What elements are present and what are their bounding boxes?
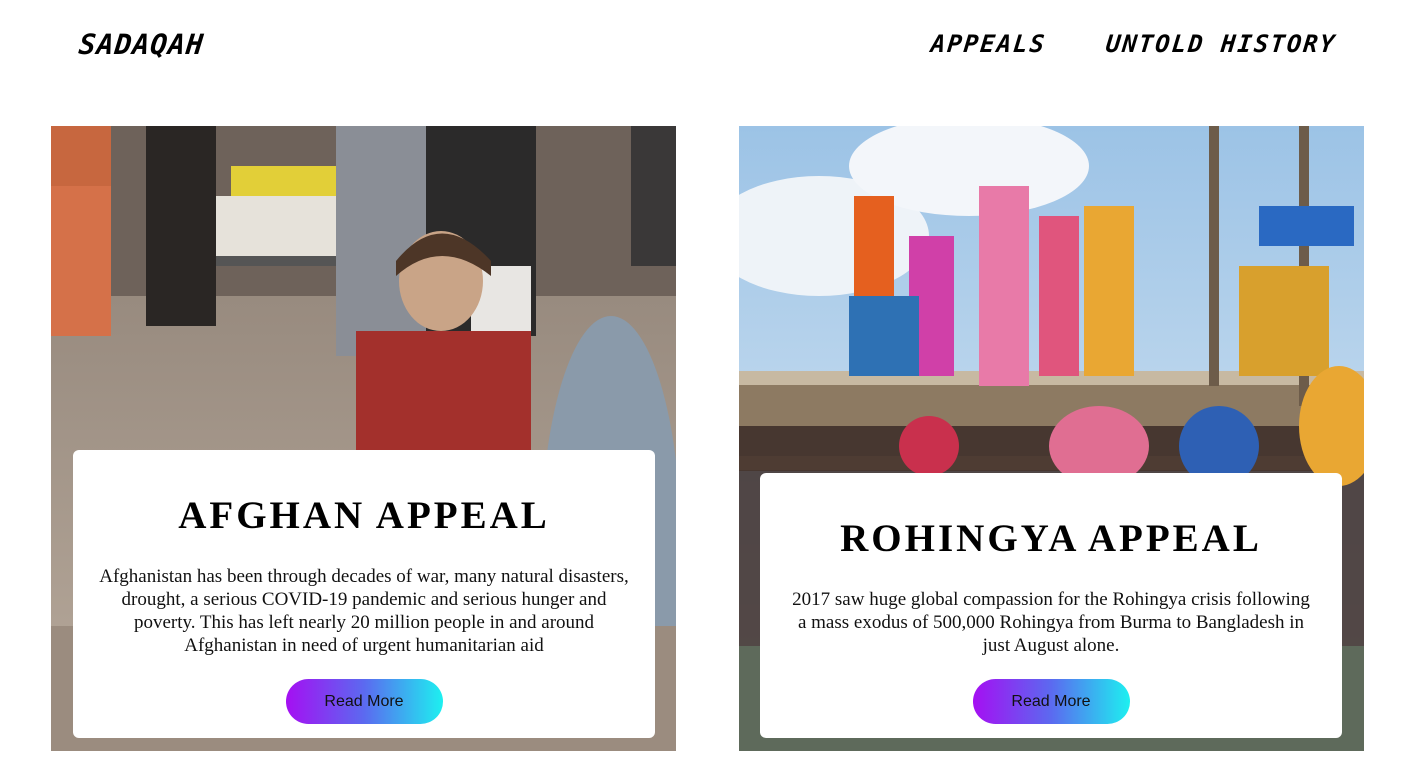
afghan-appeal-title: AFGHAN APPEAL bbox=[178, 494, 550, 537]
afghan-appeal-card: AFGHAN APPEAL Afghanistan has been throu… bbox=[73, 450, 655, 738]
rohingya-appeal-title: ROHINGYA APPEAL bbox=[840, 517, 1262, 560]
rohingya-appeal-card: ROHINGYA APPEAL 2017 saw huge global com… bbox=[760, 473, 1342, 738]
afghan-read-more-button[interactable]: Read More bbox=[285, 679, 443, 724]
rohingya-read-more-button[interactable]: Read More bbox=[972, 679, 1130, 724]
site-logo[interactable]: SADAQAH bbox=[77, 28, 205, 61]
rohingya-appeal-description: 2017 saw huge global compassion for the … bbox=[792, 589, 1310, 656]
site-header: SADAQAH APPEALS UNTOLD HISTORY bbox=[0, 0, 1416, 100]
nav-link-appeals[interactable]: APPEALS bbox=[929, 30, 1047, 58]
main-nav: APPEALS UNTOLD HISTORY bbox=[929, 30, 1337, 58]
afghan-appeal-description: Afghanistan has been through decades of … bbox=[99, 566, 629, 656]
nav-link-untold-history[interactable]: UNTOLD HISTORY bbox=[1104, 30, 1337, 58]
